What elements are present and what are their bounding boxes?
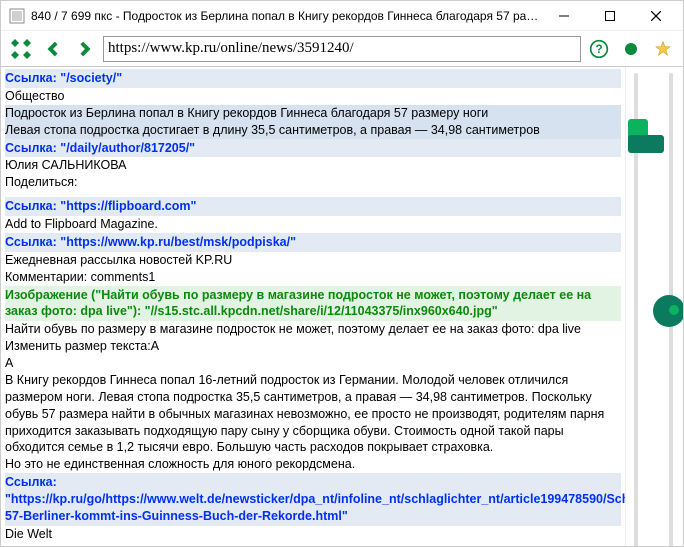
settings-icon[interactable]: [7, 35, 35, 63]
image-caption: Найти обувь по размеру в магазине подрос…: [5, 321, 621, 338]
share-label: Поделиться:: [5, 174, 621, 191]
body-area: Ссылка: "/society/" Общество Подросток и…: [1, 67, 683, 546]
author-name: Юлия САЛЬНИКОВА: [5, 157, 621, 174]
paragraph-1: В Книгу рекордов Гиннеса попал 16-летний…: [5, 372, 621, 456]
window-controls: [541, 2, 679, 30]
url-input[interactable]: [103, 36, 581, 62]
newsletter-text: Ежедневная рассылка новостей KP.RU: [5, 252, 621, 269]
textsize-a[interactable]: A: [151, 339, 159, 353]
right-rail: [625, 67, 683, 546]
link-welt[interactable]: Ссылка: "https://kp.ru/go/https://www.we…: [5, 473, 621, 526]
flipboard-text: Add to Flipboard Magazine.: [5, 216, 621, 233]
paragraph-3: пишет, что подросток жалуется на слишком…: [5, 543, 621, 546]
window-title: 840 / 7 699 пкс - Подросток из Берлина п…: [31, 9, 541, 23]
link-author[interactable]: Ссылка: "/daily/author/817205/": [5, 139, 621, 158]
slider-knob-dot: [669, 305, 679, 315]
link-subscribe[interactable]: Ссылка: "https://www.kp.ru/best/msk/podp…: [5, 233, 621, 252]
window: 840 / 7 699 пкс - Подросток из Берлина п…: [0, 0, 684, 547]
subheadline: Левая стопа подростка достигает в длину …: [5, 122, 621, 139]
slider-knob-right[interactable]: [653, 295, 683, 327]
content-pane[interactable]: Ссылка: "/society/" Общество Подросток и…: [1, 67, 625, 546]
forward-button[interactable]: [71, 35, 99, 63]
link-society[interactable]: Ссылка: "/society/": [5, 69, 621, 88]
help-icon[interactable]: ?: [585, 35, 613, 63]
slider-thumb-left-b[interactable]: [628, 135, 664, 153]
back-button[interactable]: [39, 35, 67, 63]
maximize-button[interactable]: [587, 2, 633, 30]
close-button[interactable]: [633, 2, 679, 30]
star-icon[interactable]: [649, 35, 677, 63]
diewelt-text: Die Welt: [5, 526, 621, 543]
toolbar: ?: [1, 31, 683, 67]
textsize-a2[interactable]: A: [5, 355, 621, 372]
app-icon: [9, 8, 25, 24]
comments-text: Комментарии: comments1: [5, 269, 621, 286]
text-society: Общество: [5, 88, 621, 105]
minimize-button[interactable]: [541, 2, 587, 30]
textsize-label: Изменить размер текста:A: [5, 338, 621, 355]
paragraph-2: Но это не единственная сложность для юно…: [5, 456, 621, 473]
svg-text:?: ?: [595, 43, 602, 56]
image-entry[interactable]: Изображение ("Найти обувь по размеру в м…: [5, 286, 621, 322]
headline: Подросток из Берлина попал в Книгу рекор…: [5, 105, 621, 122]
link-flipboard[interactable]: Ссылка: "https://flipboard.com": [5, 197, 621, 216]
textsize-text: Изменить размер текста:: [5, 339, 151, 353]
status-dot-icon[interactable]: [617, 35, 645, 63]
titlebar: 840 / 7 699 пкс - Подросток из Берлина п…: [1, 1, 683, 31]
